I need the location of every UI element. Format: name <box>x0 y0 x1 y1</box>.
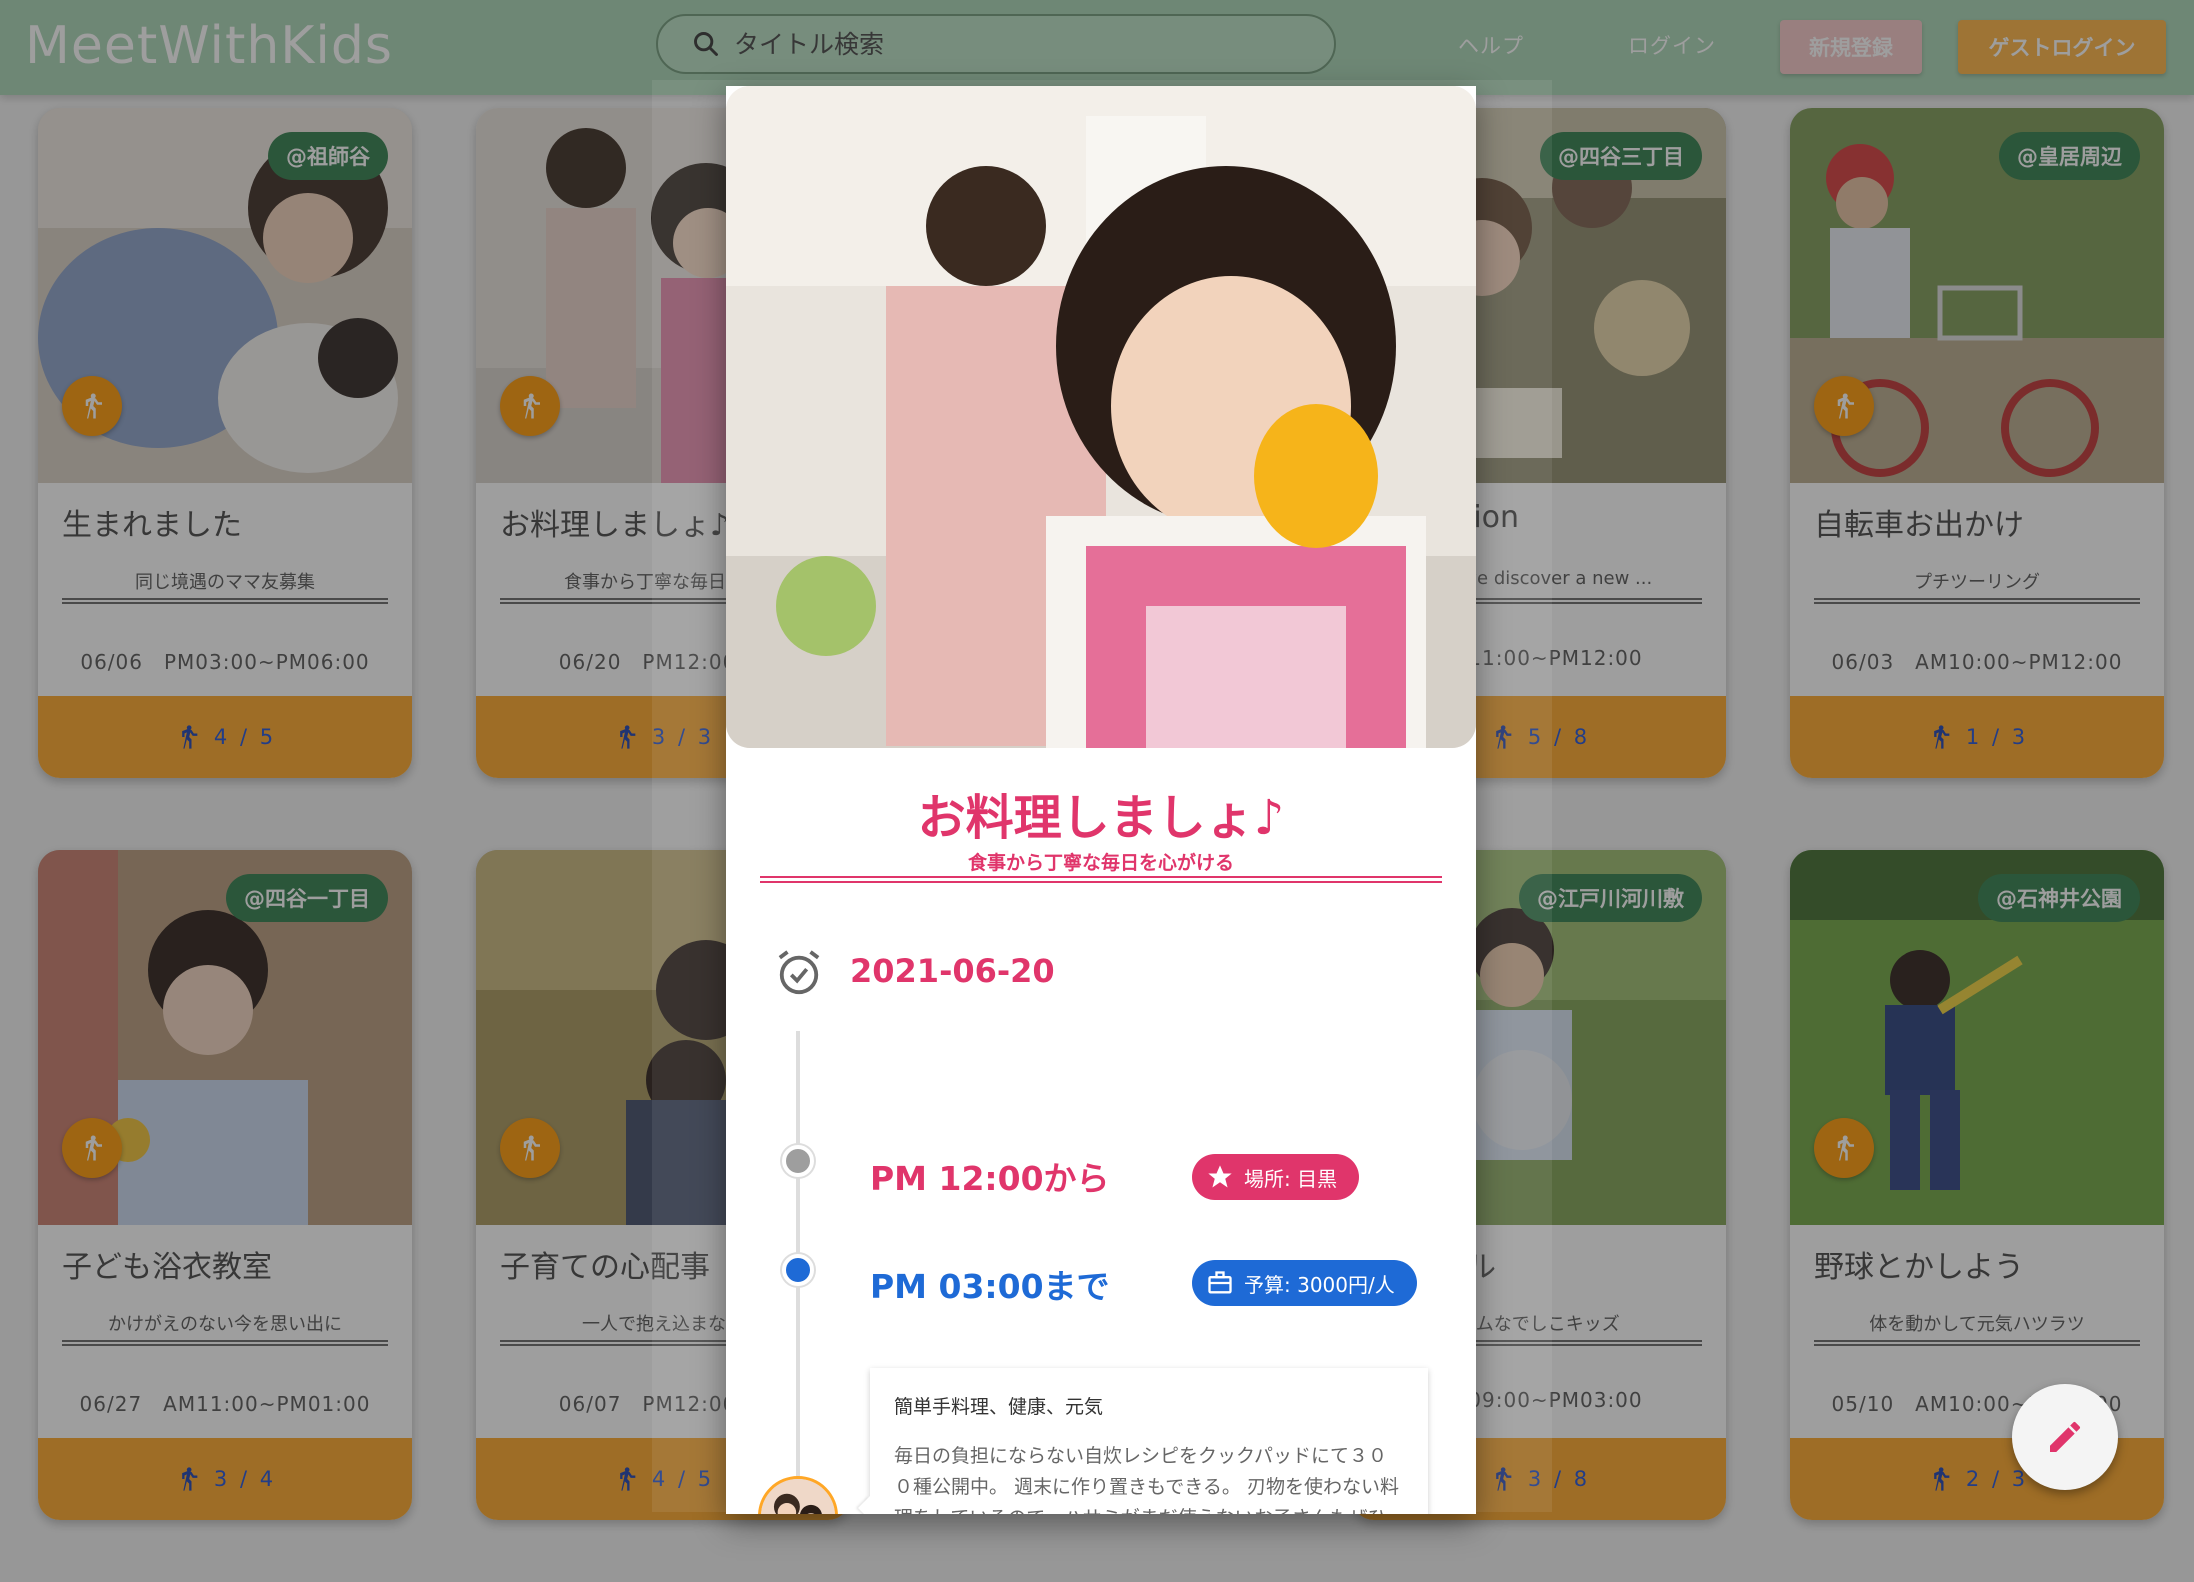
pencil-icon <box>2050 1421 2081 1452</box>
budget-chip: 予算: 3000円/人 <box>1192 1260 1417 1306</box>
host-avatar[interactable] <box>758 1476 838 1514</box>
end-time: PM 03:00まで <box>870 1267 1110 1306</box>
dialog-divider <box>760 876 1442 883</box>
budget-label: 予算: 3000円/人 <box>1244 1272 1395 1297</box>
timeline-dot-end <box>782 1254 814 1286</box>
alarm-icon <box>778 950 820 995</box>
event-detail-dialog: お料理しましょ♪ 食事から丁寧な毎日を心がける 2021-06-20 PM 12… <box>726 86 1476 1514</box>
description-card: 簡単手料理、健康、元気 毎日の負担にならない自炊レシピをクックパッドにて３００種… <box>870 1368 1428 1514</box>
star-icon <box>1208 1165 1232 1188</box>
dialog-title: お料理しましょ♪ <box>917 790 1285 846</box>
event-date: 2021-06-20 <box>850 952 1055 990</box>
timeline-dot-start <box>782 1145 814 1177</box>
start-time: PM 12:00から <box>870 1159 1110 1198</box>
place-label: 場所: 目黒 <box>1244 1166 1338 1191</box>
description-heading: 簡単手料理、健康、元気 <box>894 1396 1104 1418</box>
place-chip: 場所: 目黒 <box>1192 1154 1360 1200</box>
briefcase-icon <box>1208 1271 1232 1294</box>
create-event-button[interactable] <box>2012 1384 2118 1490</box>
event-hero-photo <box>726 86 1476 748</box>
description-body: 毎日の負担にならない自炊レシピをクックパッドにて３００種公開中。 週末に作り置き… <box>894 1445 1399 1514</box>
dialog-subtitle: 食事から丁寧な毎日を心がける <box>967 852 1234 874</box>
